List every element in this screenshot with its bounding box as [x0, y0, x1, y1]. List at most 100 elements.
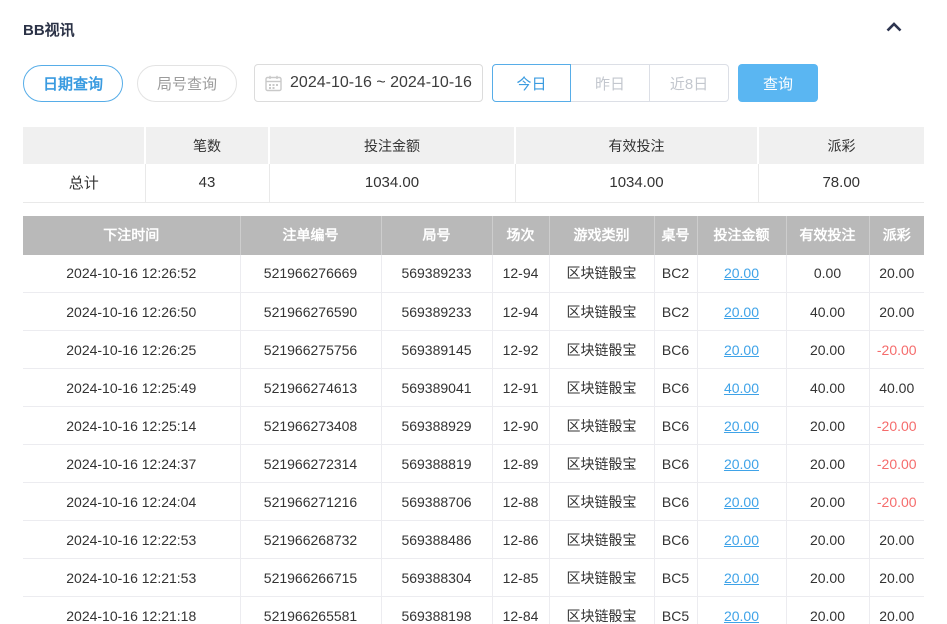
cell-valid-bet: 20.00	[786, 331, 869, 369]
cell-table-no: BC2	[654, 293, 697, 331]
cell-session: 12-89	[492, 445, 549, 483]
cell-valid-bet: 20.00	[786, 445, 869, 483]
page-title: BB视讯	[23, 19, 75, 40]
summary-col-header: 笔数	[145, 127, 269, 164]
bet-amount-link[interactable]: 20.00	[724, 570, 759, 586]
cell-valid-bet: 20.00	[786, 483, 869, 521]
cell-game-type: 区块链骰宝	[549, 369, 654, 407]
bet-amount-link[interactable]: 20.00	[724, 418, 759, 434]
cell-bet-amount: 20.00	[697, 293, 786, 331]
quick-range-button-0[interactable]: 今日	[492, 64, 571, 102]
cell-round-no: 569388706	[381, 483, 492, 521]
records-header-row: 下注时间注单编号局号场次游戏类别桌号投注金额有效投注派彩	[23, 216, 924, 255]
cell-table-no: BC5	[654, 559, 697, 597]
cell-session: 12-84	[492, 597, 549, 624]
summary-total-cell: 78.00	[758, 164, 924, 202]
cell-session: 12-88	[492, 483, 549, 521]
cell-round-no: 569389145	[381, 331, 492, 369]
cell-table-no: BC2	[654, 255, 697, 293]
table-row: 2024-10-16 12:25:49521966274613569389041…	[23, 369, 924, 407]
records-col-header-session: 场次	[492, 216, 549, 255]
date-range-input[interactable]: 2024-10-16 ~ 2024-10-16	[254, 64, 483, 102]
bet-amount-link[interactable]: 40.00	[724, 380, 759, 396]
calendar-icon	[265, 75, 282, 92]
cell-table-no: BC6	[654, 521, 697, 559]
cell-payout: 20.00	[869, 521, 924, 559]
summary-header-row: 笔数投注金额有效投注派彩	[23, 127, 924, 164]
collapse-button[interactable]	[882, 17, 906, 41]
cell-session: 12-85	[492, 559, 549, 597]
cell-round-no: 569388304	[381, 559, 492, 597]
cell-bet-amount: 20.00	[697, 559, 786, 597]
cell-bet-time: 2024-10-16 12:25:49	[23, 369, 240, 407]
table-row: 2024-10-16 12:26:50521966276590569389233…	[23, 293, 924, 331]
cell-bet-id: 521966273408	[240, 407, 381, 445]
bet-amount-link[interactable]: 20.00	[724, 342, 759, 358]
records-col-header-game-type: 游戏类别	[549, 216, 654, 255]
records-table: 下注时间注单编号局号场次游戏类别桌号投注金额有效投注派彩 2024-10-16 …	[23, 216, 924, 624]
cell-bet-amount: 20.00	[697, 407, 786, 445]
cell-payout: -20.00	[869, 483, 924, 521]
table-row: 2024-10-16 12:26:25521966275756569389145…	[23, 331, 924, 369]
cell-round-no: 569388198	[381, 597, 492, 624]
cell-bet-amount: 20.00	[697, 445, 786, 483]
bet-amount-link[interactable]: 20.00	[724, 304, 759, 320]
cell-game-type: 区块链骰宝	[549, 559, 654, 597]
cell-bet-id: 521966276590	[240, 293, 381, 331]
cell-round-no: 569389233	[381, 293, 492, 331]
cell-round-no: 569389233	[381, 255, 492, 293]
bet-amount-link[interactable]: 20.00	[724, 456, 759, 472]
cell-round-no: 569389041	[381, 369, 492, 407]
table-row: 2024-10-16 12:25:14521966273408569388929…	[23, 407, 924, 445]
cell-bet-id: 521966275756	[240, 331, 381, 369]
cell-table-no: BC5	[654, 597, 697, 624]
bet-records-panel: BB视讯 日期查询 局号查询 2024-10-16 ~ 2024-10-16	[0, 0, 947, 624]
records-col-header-bet-amount: 投注金额	[697, 216, 786, 255]
summary-total-cell: 总计	[23, 164, 145, 202]
summary-col-header: 投注金额	[269, 127, 515, 164]
summary-total-cell: 1034.00	[515, 164, 758, 202]
cell-session: 12-86	[492, 521, 549, 559]
summary-col-header: 有效投注	[515, 127, 758, 164]
cell-session: 12-94	[492, 255, 549, 293]
table-row: 2024-10-16 12:24:04521966271216569388706…	[23, 483, 924, 521]
cell-bet-time: 2024-10-16 12:26:25	[23, 331, 240, 369]
bet-amount-link[interactable]: 20.00	[724, 532, 759, 548]
cell-bet-amount: 40.00	[697, 369, 786, 407]
quick-range-button-2[interactable]: 近8日	[650, 64, 729, 102]
cell-session: 12-92	[492, 331, 549, 369]
cell-game-type: 区块链骰宝	[549, 483, 654, 521]
cell-valid-bet: 20.00	[786, 559, 869, 597]
date-range-value: 2024-10-16 ~ 2024-10-16	[290, 74, 472, 92]
cell-bet-id: 521966276669	[240, 255, 381, 293]
cell-bet-time: 2024-10-16 12:26:50	[23, 293, 240, 331]
cell-session: 12-91	[492, 369, 549, 407]
chevron-up-icon	[885, 20, 903, 38]
cell-bet-amount: 20.00	[697, 255, 786, 293]
cell-game-type: 区块链骰宝	[549, 255, 654, 293]
quick-range-button-1[interactable]: 昨日	[571, 64, 650, 102]
records-col-header-bet-id: 注单编号	[240, 216, 381, 255]
cell-valid-bet: 40.00	[786, 369, 869, 407]
search-button[interactable]: 查询	[738, 64, 818, 102]
table-row: 2024-10-16 12:26:52521966276669569389233…	[23, 255, 924, 293]
cell-table-no: BC6	[654, 331, 697, 369]
summary-col-header: 派彩	[758, 127, 924, 164]
cell-session: 12-90	[492, 407, 549, 445]
cell-game-type: 区块链骰宝	[549, 407, 654, 445]
cell-bet-amount: 20.00	[697, 597, 786, 624]
cell-payout: -20.00	[869, 445, 924, 483]
bet-amount-link[interactable]: 20.00	[724, 608, 759, 624]
cell-game-type: 区块链骰宝	[549, 445, 654, 483]
records-col-header-table-no: 桌号	[654, 216, 697, 255]
bet-amount-link[interactable]: 20.00	[724, 494, 759, 510]
tab-round-query[interactable]: 局号查询	[137, 65, 237, 102]
bet-amount-link[interactable]: 20.00	[724, 265, 759, 281]
summary-col-header	[23, 127, 145, 164]
cell-valid-bet: 40.00	[786, 293, 869, 331]
cell-table-no: BC6	[654, 445, 697, 483]
tab-date-query[interactable]: 日期查询	[23, 65, 123, 102]
cell-round-no: 569388486	[381, 521, 492, 559]
cell-game-type: 区块链骰宝	[549, 521, 654, 559]
records-col-header-valid-bet: 有效投注	[786, 216, 869, 255]
